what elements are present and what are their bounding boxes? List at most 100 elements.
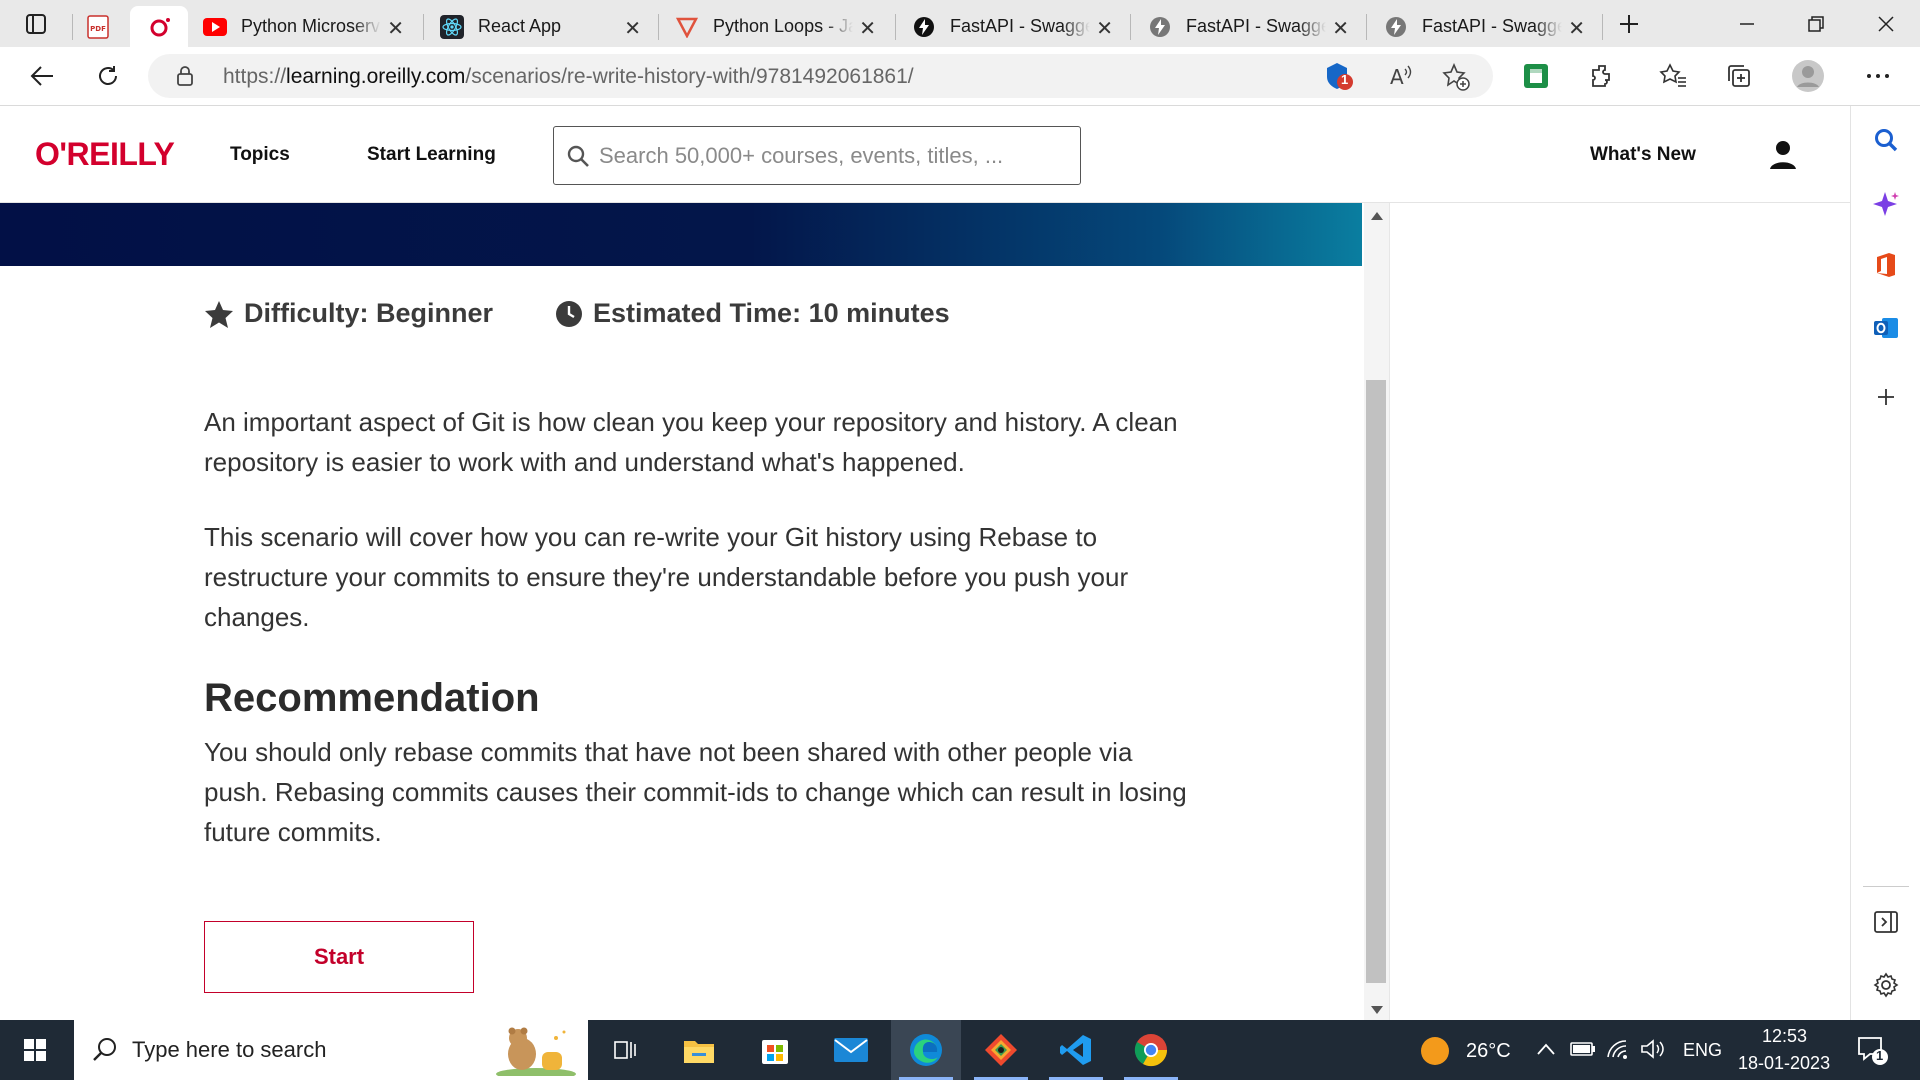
tab-fastapi-2[interactable]: FastAPI - Swagger UI ✕	[1148, 6, 1363, 47]
chrome-icon[interactable]	[1116, 1020, 1186, 1080]
tab-title: React App	[478, 16, 562, 36]
recommendation-text: You should only rebase commits that have…	[204, 737, 1187, 847]
tab-pdf[interactable]: PDF	[86, 6, 126, 47]
hide-sidebar-icon[interactable]	[1868, 904, 1904, 940]
youtube-icon	[203, 15, 227, 39]
search-icon	[566, 144, 590, 173]
difficulty-label: Difficulty: Beginner	[204, 298, 493, 329]
wifi-icon[interactable]	[1606, 1038, 1632, 1065]
collections-icon[interactable]	[1721, 58, 1757, 94]
sidebar-settings-icon[interactable]	[1868, 967, 1904, 1003]
microsoft-store-icon[interactable]	[740, 1020, 810, 1080]
tab-separator	[72, 14, 73, 40]
add-sidebar-app-icon[interactable]	[1868, 379, 1904, 415]
shopping-notification-icon[interactable]: 1	[1323, 60, 1355, 97]
right-panel	[1389, 203, 1850, 1020]
scrollbar-thumb[interactable]	[1366, 380, 1386, 983]
tab-react[interactable]: React App ✕	[440, 6, 655, 47]
battery-icon[interactable]	[1570, 1040, 1596, 1063]
new-tab-icon[interactable]	[1611, 6, 1647, 42]
recommendation-heading: Recommendation	[204, 676, 540, 720]
close-tab-icon[interactable]: ✕	[387, 16, 404, 41]
svg-text:PDF: PDF	[90, 25, 106, 33]
input-language[interactable]: ENG	[1683, 1040, 1722, 1061]
edge-taskbar-icon[interactable]	[891, 1020, 961, 1080]
weather-icon[interactable]	[1420, 1036, 1450, 1071]
intro-paragraph-1: An important aspect of Git is how clean …	[204, 407, 1178, 477]
nav-whats-new[interactable]: What's New	[1590, 144, 1696, 166]
tab-title: Python Loops - Javatpoint	[713, 16, 853, 36]
profile-avatar[interactable]	[1790, 58, 1826, 94]
clock-date[interactable]: 18-01-2023	[1738, 1053, 1830, 1074]
sheets-extension-icon[interactable]	[1518, 58, 1554, 94]
search-input[interactable]	[599, 141, 1069, 171]
close-tab-icon[interactable]: ✕	[1096, 16, 1113, 41]
close-tab-icon[interactable]: ✕	[1568, 16, 1585, 41]
difficulty-text: Difficulty: Beginner	[244, 298, 494, 328]
star-icon	[205, 300, 233, 328]
weather-temperature[interactable]: 26°C	[1466, 1040, 1511, 1063]
restore-icon[interactable]	[1798, 6, 1834, 42]
discover-sparkle-icon[interactable]	[1868, 186, 1904, 222]
clock-icon	[556, 300, 582, 327]
close-tab-icon[interactable]: ✕	[859, 16, 876, 41]
tab-separator	[895, 14, 896, 40]
tab-actions-icon[interactable]	[18, 6, 54, 42]
close-tab-icon[interactable]: ✕	[624, 16, 641, 41]
tab-title: Python Microservices	[241, 16, 381, 36]
taskbar-search-box[interactable]: Type here to search	[74, 1020, 588, 1080]
volume-icon[interactable]	[1640, 1038, 1666, 1065]
tab-javatpoint[interactable]: Python Loops - Javatpoint ✕	[675, 6, 890, 47]
office-icon[interactable]	[1868, 247, 1904, 283]
tab-separator	[423, 14, 424, 40]
tab-title: FastAPI - Swagger UI	[950, 16, 1090, 36]
favorites-icon[interactable]	[1655, 58, 1691, 94]
tab-separator	[1366, 14, 1367, 40]
start-button[interactable]: Start	[204, 921, 474, 993]
close-window-icon[interactable]	[1868, 6, 1904, 42]
task-view-icon[interactable]	[590, 1020, 660, 1080]
sidebar-search-icon[interactable]	[1868, 122, 1904, 158]
outlook-icon[interactable]	[1868, 310, 1904, 346]
add-favorite-icon[interactable]	[1442, 62, 1470, 96]
vscode-icon[interactable]	[1041, 1020, 1111, 1080]
scenario-banner	[0, 203, 1362, 266]
read-aloud-icon[interactable]: A	[1388, 63, 1414, 94]
clock-time[interactable]: 12:53	[1762, 1026, 1807, 1047]
action-center-icon[interactable]: 1	[1856, 1034, 1888, 1071]
site-search-box[interactable]	[553, 126, 1081, 185]
back-icon[interactable]	[24, 58, 60, 94]
tab-separator	[1130, 14, 1131, 40]
tab-youtube[interactable]: Python Microservices ✕	[203, 6, 418, 47]
file-explorer-icon[interactable]	[664, 1020, 734, 1080]
scroll-up-arrow-icon[interactable]	[1370, 208, 1384, 226]
refresh-icon[interactable]	[90, 58, 126, 94]
show-hidden-icons-icon[interactable]	[1536, 1042, 1556, 1061]
more-menu-icon[interactable]	[1860, 58, 1896, 94]
minimize-icon[interactable]	[1729, 6, 1765, 42]
oreilly-icon	[148, 15, 172, 39]
pdf-icon: PDF	[86, 14, 110, 39]
react-icon	[440, 14, 464, 39]
close-tab-icon[interactable]: ✕	[1332, 16, 1349, 41]
start-menu-icon[interactable]	[0, 1020, 70, 1080]
windows-taskbar: Type here to search 26°C ENG 12:53 18-01…	[0, 1020, 1920, 1080]
oreilly-logo[interactable]: O'REILLY	[35, 136, 175, 173]
extensions-icon[interactable]	[1584, 58, 1620, 94]
mail-icon[interactable]	[816, 1020, 886, 1080]
tab-fastapi-3[interactable]: FastAPI - Swagger UI ✕	[1384, 6, 1599, 47]
tab-fastapi-1[interactable]: FastAPI - Swagger UI ✕	[912, 6, 1127, 47]
nav-start-learning[interactable]: Start Learning	[367, 144, 496, 166]
action-center-count: 1	[1876, 1048, 1884, 1063]
lock-icon[interactable]	[176, 65, 194, 92]
tab-oreilly[interactable]	[130, 6, 188, 47]
user-account-icon[interactable]	[1768, 139, 1798, 176]
tab-separator	[658, 14, 659, 40]
nav-topics[interactable]: Topics	[230, 144, 290, 166]
scroll-down-arrow-icon[interactable]	[1370, 1002, 1384, 1020]
git-app-icon[interactable]	[966, 1020, 1036, 1080]
estimated-time-label: Estimated Time: 10 minutes	[555, 298, 950, 329]
url-text[interactable]: https://learning.oreilly.com/scenarios/r…	[223, 65, 914, 89]
url-bar[interactable]: https://learning.oreilly.com/scenarios/r…	[148, 54, 1493, 98]
fastapi-icon	[1384, 15, 1408, 39]
